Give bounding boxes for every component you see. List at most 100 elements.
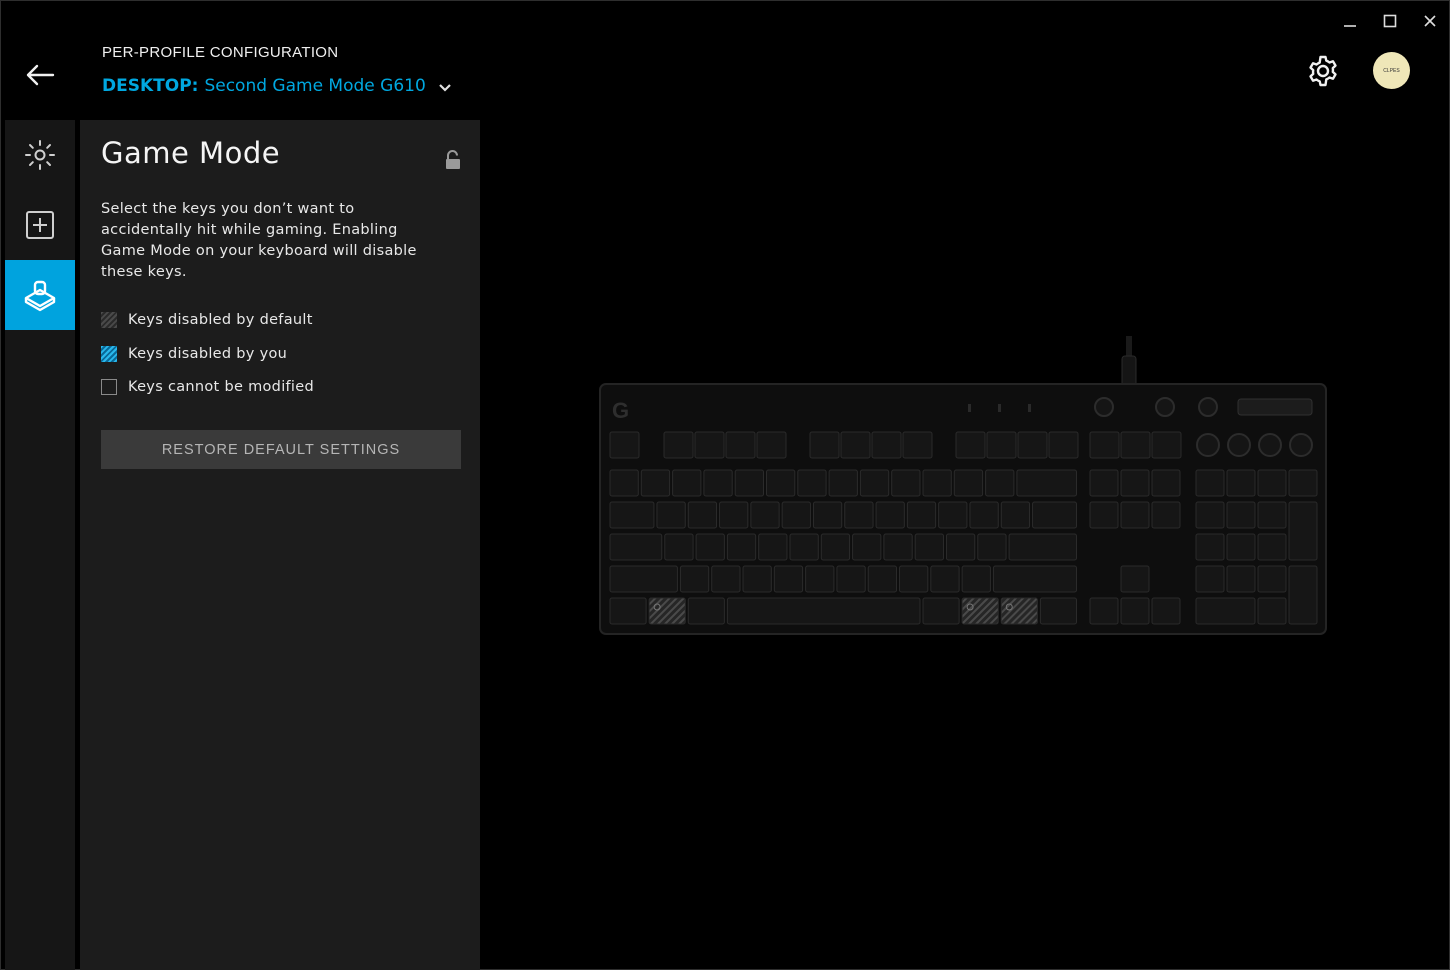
key-nav[interactable] <box>1089 501 1119 529</box>
key[interactable] <box>664 533 694 561</box>
key-right-alt[interactable] <box>922 597 960 625</box>
key[interactable] <box>820 533 851 561</box>
key-numpad-0[interactable] <box>1195 597 1256 625</box>
key-nav[interactable] <box>1089 431 1120 459</box>
key[interactable] <box>875 501 905 529</box>
key[interactable] <box>914 533 944 561</box>
key-numpad[interactable] <box>1257 469 1287 497</box>
key-function[interactable] <box>756 431 787 459</box>
key[interactable] <box>1032 501 1077 529</box>
key[interactable] <box>703 469 733 497</box>
media-button[interactable] <box>1155 397 1175 417</box>
close-button[interactable] <box>1410 8 1450 34</box>
key-numpad-enter[interactable] <box>1288 565 1318 625</box>
key-function[interactable] <box>871 431 902 459</box>
key[interactable] <box>609 469 639 497</box>
key[interactable] <box>867 565 898 593</box>
restore-defaults-button[interactable]: RESTORE DEFAULT SETTINGS <box>101 430 461 469</box>
key[interactable] <box>938 501 968 529</box>
key[interactable] <box>695 533 725 561</box>
key-arrow[interactable] <box>1120 597 1150 625</box>
rail-item-lighting[interactable] <box>5 120 75 190</box>
key[interactable] <box>977 533 1007 561</box>
key-left-alt[interactable] <box>687 597 725 625</box>
key[interactable] <box>883 533 913 561</box>
key-numpad[interactable] <box>1195 533 1225 561</box>
key-numpad[interactable] <box>1195 501 1225 529</box>
key[interactable] <box>828 469 858 497</box>
key[interactable] <box>687 501 718 529</box>
key-nav[interactable] <box>1120 469 1150 497</box>
minimize-button[interactable] <box>1330 8 1370 34</box>
media-key[interactable] <box>1258 433 1282 457</box>
rail-item-game-mode[interactable] <box>5 260 75 330</box>
key[interactable] <box>859 469 890 497</box>
volume-roller[interactable] <box>1237 398 1313 416</box>
key[interactable] <box>711 565 741 593</box>
key[interactable] <box>891 469 921 497</box>
key[interactable] <box>726 533 757 561</box>
key[interactable] <box>766 469 796 497</box>
key[interactable] <box>992 565 1077 593</box>
key[interactable] <box>750 501 780 529</box>
key-nav[interactable] <box>1120 501 1150 529</box>
key-function[interactable] <box>663 431 694 459</box>
key-arrow[interactable] <box>1151 597 1181 625</box>
key[interactable] <box>734 469 764 497</box>
key-function[interactable] <box>840 431 871 459</box>
key[interactable] <box>930 565 960 593</box>
key-numpad[interactable] <box>1226 533 1256 561</box>
key-right-ctrl[interactable] <box>1039 597 1077 625</box>
key-numpad[interactable] <box>1226 501 1256 529</box>
key[interactable] <box>805 565 835 593</box>
key-numpad[interactable] <box>1195 565 1225 593</box>
key-space[interactable] <box>726 597 921 625</box>
key[interactable] <box>789 533 819 561</box>
key[interactable] <box>719 501 749 529</box>
key[interactable] <box>844 501 874 529</box>
key-numpad[interactable] <box>1226 565 1256 593</box>
key-nav[interactable] <box>1089 469 1119 497</box>
key[interactable] <box>781 501 811 529</box>
key-esc[interactable] <box>609 431 640 459</box>
key-arrow-up[interactable] <box>1120 565 1150 593</box>
media-key[interactable] <box>1289 433 1313 457</box>
key-nav[interactable] <box>1151 501 1181 529</box>
key-right-windows[interactable] <box>961 597 999 625</box>
key-nav[interactable] <box>1151 469 1181 497</box>
key[interactable] <box>852 533 882 561</box>
profile-selector[interactable]: DESKTOP: Second Game Mode G610 <box>102 76 452 96</box>
key[interactable] <box>969 501 999 529</box>
key[interactable] <box>758 533 788 561</box>
key-arrow[interactable] <box>1089 597 1119 625</box>
media-key[interactable] <box>1227 433 1251 457</box>
media-button[interactable] <box>1094 397 1114 417</box>
media-key[interactable] <box>1196 433 1220 457</box>
back-button[interactable] <box>22 60 58 90</box>
key-function[interactable] <box>902 431 933 459</box>
key-numpad[interactable] <box>1195 469 1225 497</box>
key[interactable] <box>656 501 686 529</box>
key[interactable] <box>773 565 804 593</box>
key-numpad[interactable] <box>1257 565 1287 593</box>
key-function[interactable] <box>1017 431 1048 459</box>
maximize-button[interactable] <box>1370 8 1410 34</box>
key-left-ctrl[interactable] <box>609 597 647 625</box>
key[interactable] <box>922 469 952 497</box>
key[interactable] <box>1016 469 1077 497</box>
key[interactable] <box>679 565 710 593</box>
key-numpad-dot[interactable] <box>1257 597 1287 625</box>
key[interactable] <box>836 565 866 593</box>
key-numpad[interactable] <box>1288 469 1318 497</box>
key-nav[interactable] <box>1120 431 1151 459</box>
key-left-windows[interactable] <box>648 597 686 625</box>
settings-button[interactable] <box>1304 52 1342 90</box>
key[interactable] <box>640 469 671 497</box>
key-function[interactable] <box>809 431 840 459</box>
key[interactable] <box>609 565 678 593</box>
unlock-icon[interactable] <box>444 150 462 170</box>
key-numpad[interactable] <box>1257 501 1287 529</box>
key-menu[interactable] <box>1000 597 1038 625</box>
avatar[interactable]: CLPES <box>1373 52 1410 89</box>
key[interactable] <box>953 469 984 497</box>
